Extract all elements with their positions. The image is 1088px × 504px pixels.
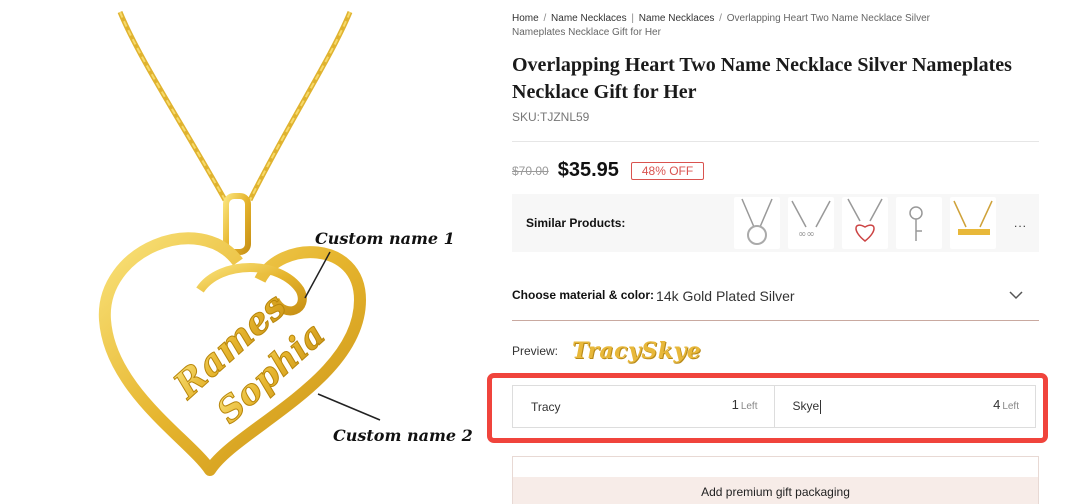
breadcrumb-separator: / bbox=[543, 13, 547, 24]
similar-product-thumb-1[interactable] bbox=[734, 197, 780, 249]
product-sku: SKU:TJZNL59 bbox=[512, 110, 590, 124]
annotation-custom-name-2: Custom name 2 bbox=[333, 426, 473, 445]
sale-price: $35.95 bbox=[557, 159, 619, 181]
breadcrumb-name-necklaces[interactable]: Name Necklaces bbox=[551, 13, 627, 24]
breadcrumb-separator: | bbox=[631, 13, 635, 24]
similar-products-thumbnails: ∞∞ bbox=[734, 197, 1004, 249]
similar-product-thumb-5[interactable] bbox=[950, 197, 996, 249]
preview-row: Preview: Tracy Skye bbox=[512, 338, 701, 364]
chevron-down-icon[interactable] bbox=[1009, 288, 1023, 302]
discount-badge: 48% OFF bbox=[630, 161, 705, 180]
similar-products: Similar Products: ∞∞ ... bbox=[512, 194, 1039, 252]
similar-product-thumb-4[interactable] bbox=[896, 197, 942, 249]
more-products-button[interactable]: ... bbox=[1014, 216, 1027, 230]
svg-text:∞∞: ∞∞ bbox=[798, 229, 815, 240]
similar-products-label: Similar Products: bbox=[526, 216, 626, 230]
material-select[interactable]: Choose material & color: 14k Gold Plated… bbox=[512, 280, 1039, 321]
similar-product-thumb-2[interactable]: ∞∞ bbox=[788, 197, 834, 249]
breadcrumb-name-necklaces-2[interactable]: Name Necklaces bbox=[639, 13, 715, 24]
highlight-box bbox=[487, 373, 1048, 443]
material-value: 14k Gold Plated Silver bbox=[656, 288, 795, 304]
product-image: Rames Sophia Custom name 1 Custom name 2 bbox=[60, 0, 480, 504]
similar-product-thumb-3[interactable] bbox=[842, 197, 888, 249]
material-label: Choose material & color: bbox=[512, 288, 655, 302]
breadcrumb-separator: / bbox=[719, 13, 722, 24]
preview-name-1: Tracy bbox=[572, 338, 642, 364]
preview-name-2: Skye bbox=[641, 338, 702, 364]
gift-packaging-option[interactable]: Add premium gift packaging bbox=[512, 456, 1039, 504]
breadcrumb-home[interactable]: Home bbox=[512, 13, 539, 24]
preview-label: Preview: bbox=[512, 344, 559, 358]
original-price: $70.00 bbox=[512, 163, 549, 178]
price-row: $70.00 $35.95 48% OFF bbox=[512, 159, 705, 182]
gift-packaging-button[interactable]: Add premium gift packaging bbox=[513, 477, 1038, 504]
product-title: Overlapping Heart Two Name Necklace Silv… bbox=[512, 54, 1012, 103]
divider bbox=[512, 141, 1039, 142]
breadcrumb: Home / Name Necklaces | Name Necklaces /… bbox=[512, 12, 932, 40]
annotation-custom-name-1: Custom name 1 bbox=[315, 229, 455, 248]
